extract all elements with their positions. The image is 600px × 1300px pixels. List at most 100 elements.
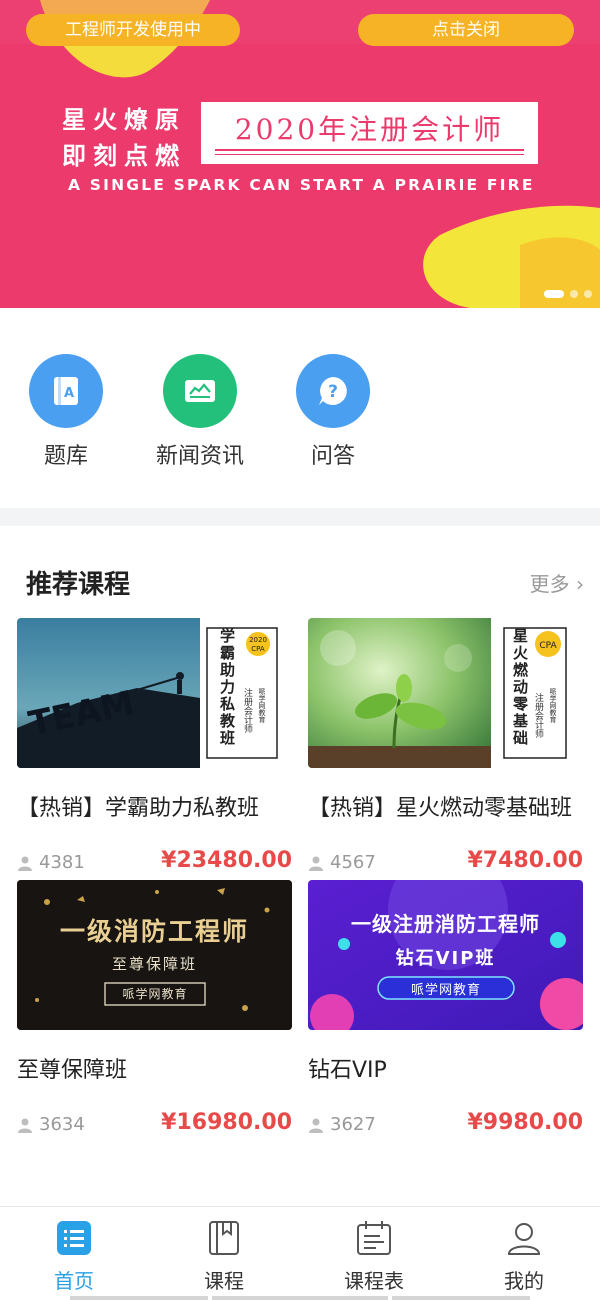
thumbnail-subline: 钻石VIP班 <box>395 948 496 969</box>
banner-slogan-line1: 星火燎原 <box>62 105 186 134</box>
course-meta: 3634 ¥16980.00 <box>17 1110 292 1140</box>
more-label: 更多 <box>529 572 570 596</box>
badge-year: 2020 <box>249 636 267 644</box>
quick-nav-label: 新闻资讯 <box>155 444 244 469</box>
tab-label: 首页 <box>54 1269 94 1293</box>
student-count-value: 3634 <box>39 1114 85 1135</box>
student-count: 4381 <box>17 852 85 873</box>
price-value: 16980.00 <box>176 1110 292 1135</box>
course-price: ¥7480.00 <box>467 848 583 873</box>
price-value: 9980.00 <box>482 1110 583 1135</box>
course-price: ¥16980.00 <box>161 1110 292 1135</box>
book-icon <box>205 1219 243 1257</box>
course-name: 【热销】星火燃动零基础班 <box>308 796 573 821</box>
thumbnail-side-brand: 哌学网教育 <box>549 688 557 723</box>
person-icon <box>309 856 323 871</box>
course-name: 【热销】学霸助力私教班 <box>17 796 260 821</box>
quick-nav-label: 题库 <box>43 444 88 469</box>
course-name: 钻石VIP <box>308 1058 387 1083</box>
news-icon <box>163 354 237 428</box>
schedule-icon <box>355 1219 393 1257</box>
bottom-tab-bar: 首页 课程 课程表 我的 <box>0 1206 600 1300</box>
tab-label: 课程表 <box>344 1269 404 1293</box>
course-price: ¥23480.00 <box>161 848 292 873</box>
question-bank-icon: A <box>29 354 103 428</box>
thumbnail-vertical-title: 星火燃动零基础 <box>511 628 529 747</box>
course-card[interactable]: TEAM 2020 CPA 学霸助力私教班 注册会计师 哌学网教育 【热销】学霸… <box>17 618 292 878</box>
chevron-right-icon: › <box>576 572 584 596</box>
currency-symbol: ¥ <box>467 1110 483 1135</box>
student-count: 3634 <box>17 1114 85 1135</box>
badge-cpa: CPA <box>251 645 265 653</box>
course-meta: 3627 ¥9980.00 <box>308 1110 583 1140</box>
course-thumbnail: CPA 星火燃动零基础 注册会计师 哌学网教育 <box>308 618 583 768</box>
thumbnail-headline: 一级注册消防工程师 <box>351 912 540 936</box>
tab-home[interactable]: 首页 <box>24 1219 124 1294</box>
banner-title: 2020年注册会计师 <box>234 113 505 146</box>
user-icon <box>505 1219 543 1257</box>
student-count: 3627 <box>308 1114 376 1135</box>
course-meta: 4381 ¥23480.00 <box>17 848 292 878</box>
home-list-icon <box>55 1219 93 1257</box>
banner-title-underline <box>215 149 524 151</box>
course-thumbnail: 一级消防工程师 至尊保障班 哌学网教育 <box>17 880 292 1030</box>
student-count-value: 3627 <box>330 1114 376 1135</box>
thumbnail-subline: 至尊保障班 <box>111 955 197 973</box>
course-name: 至尊保障班 <box>17 1058 128 1083</box>
course-meta: 4567 ¥7480.00 <box>308 848 583 878</box>
svg-text:?: ? <box>328 382 338 402</box>
course-thumbnail: TEAM 2020 CPA 学霸助力私教班 注册会计师 哌学网教育 <box>17 618 292 768</box>
thumbnail-headline: 一级消防工程师 <box>59 917 249 946</box>
close-banner-button[interactable]: 点击关闭 <box>358 14 574 46</box>
course-card[interactable]: 一级注册消防工程师 钻石VIP班 哌学网教育 钻石VIP 3627 ¥9980.… <box>308 880 583 1140</box>
quick-nav-news[interactable]: 新闻资讯 <box>145 354 255 470</box>
carousel-indicator <box>544 290 592 298</box>
quick-nav-label: 问答 <box>310 444 355 469</box>
tab-schedule[interactable]: 课程表 <box>324 1219 424 1294</box>
course-thumbnail: 一级注册消防工程师 钻石VIP班 哌学网教育 <box>308 880 583 1030</box>
banner-slogan-line2: 即刻点燃 <box>62 141 186 170</box>
quick-nav-qa[interactable]: ? 问答 <box>278 354 388 470</box>
section-title: 推荐课程 <box>26 570 131 600</box>
quick-nav: A 题库 新闻资讯 ? 问答 <box>0 308 600 508</box>
currency-symbol: ¥ <box>161 1110 177 1135</box>
tab-label: 课程 <box>204 1269 244 1293</box>
thumbnail-side-label: 注册会计师 <box>242 688 252 733</box>
qa-icon: ? <box>296 354 370 428</box>
thumbnail-side-brand: 哌学网教育 <box>258 688 266 723</box>
course-price: ¥9980.00 <box>467 1110 583 1135</box>
thumbnail-brand: 哌学网教育 <box>122 987 188 1001</box>
banner-title-box: 2020年注册会计师 <box>201 102 538 164</box>
banner-subtitle: A SINGLE SPARK CAN START A PRAIRIE FIRE <box>68 176 535 194</box>
svg-text:A: A <box>64 386 74 401</box>
gesture-bar <box>392 1296 530 1300</box>
student-count: 4567 <box>308 852 376 873</box>
price-value: 23480.00 <box>176 848 292 873</box>
person-icon <box>18 856 32 871</box>
carousel-dot-active <box>544 290 564 298</box>
student-count-value: 4381 <box>39 852 85 873</box>
gesture-bar <box>70 1296 208 1300</box>
carousel-dot <box>570 290 578 298</box>
more-link[interactable]: 更多 › <box>530 568 584 597</box>
person-icon <box>309 1118 323 1133</box>
tab-profile[interactable]: 我的 <box>474 1219 574 1294</box>
person-icon <box>18 1118 32 1133</box>
course-card[interactable]: 一级消防工程师 至尊保障班 哌学网教育 至尊保障班 3634 ¥16980.00 <box>17 880 292 1140</box>
thumbnail-side-label: 注册会计师 <box>533 693 543 738</box>
thumbnail-brand: 哌学网教育 <box>410 983 481 998</box>
student-count-value: 4567 <box>330 852 376 873</box>
badge-cpa: CPA <box>539 641 557 651</box>
promo-banner[interactable]: 工程师开发使用中 点击关闭 星火燎原 即刻点燃 2020年注册会计师 A SIN… <box>0 0 600 308</box>
price-value: 7480.00 <box>482 848 583 873</box>
carousel-dot <box>584 290 592 298</box>
quick-nav-question-bank[interactable]: A 题库 <box>11 354 121 470</box>
section-divider <box>0 508 600 526</box>
dev-mode-pill: 工程师开发使用中 <box>26 14 240 46</box>
course-card[interactable]: CPA 星火燃动零基础 注册会计师 哌学网教育 【热销】星火燃动零基础班 456… <box>308 618 583 878</box>
gesture-bar <box>212 1296 388 1300</box>
tab-courses[interactable]: 课程 <box>174 1219 274 1294</box>
banner-title-underline-thin <box>215 154 524 155</box>
thumbnail-vertical-title: 学霸助力私教班 <box>218 628 236 747</box>
tab-label: 我的 <box>504 1269 544 1293</box>
